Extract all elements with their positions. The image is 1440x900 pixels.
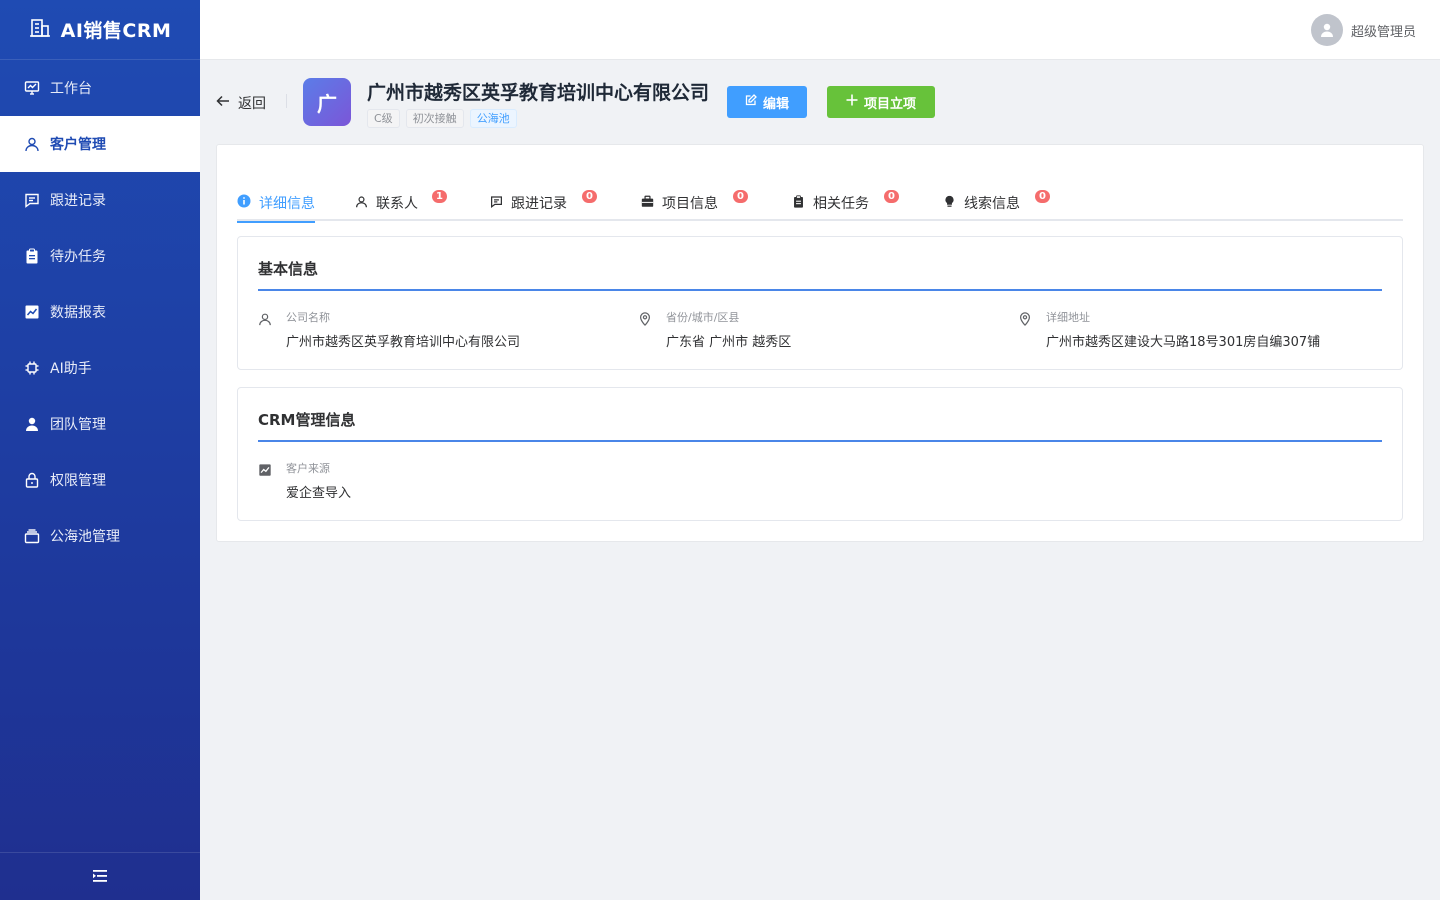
tab-projects[interactable]: 项目信息 (641, 185, 718, 221)
basic-info-panel: 基本信息 公司名称 广州市越秀区英孚教育培训中心有限公司 省份/城市/区县 广东… (237, 236, 1403, 370)
back-label: 返回 (238, 96, 266, 112)
user-icon (24, 136, 40, 152)
sidebar-item-label: 团队管理 (50, 417, 106, 433)
chart-icon (258, 462, 274, 478)
field-label: 公司名称 (286, 311, 330, 324)
sidebar-item-label: 待办任务 (50, 249, 106, 265)
divider (286, 94, 287, 108)
field-label: 详细地址 (1046, 311, 1090, 324)
followups-count-badge: 0 (581, 189, 598, 204)
tab-label: 详细信息 (259, 196, 315, 212)
field-label: 省份/城市/区县 (666, 311, 740, 324)
back-button[interactable]: 返回 (216, 93, 266, 113)
sidebar-item-public-pool[interactable]: 公海池管理 (0, 508, 200, 564)
field-value: 广州市越秀区建设大马路18号301房自编307铺 (1046, 335, 1321, 350)
crm-info-panel: CRM管理信息 客户来源 爱企查导入 (237, 387, 1403, 521)
menu-fold-icon (93, 867, 107, 886)
sidebar-item-label: 公海池管理 (50, 529, 120, 545)
building-icon (29, 17, 51, 43)
location-icon (1018, 311, 1034, 327)
top-bar: 超级管理员 (200, 0, 1440, 60)
clipboard-icon (792, 194, 805, 212)
edit-icon (745, 94, 757, 110)
sidebar-item-label: 客户管理 (50, 137, 106, 153)
user-avatar-icon (1320, 23, 1333, 37)
tab-label: 跟进记录 (511, 196, 567, 212)
leads-count-badge: 0 (1034, 189, 1051, 204)
app-title: AI销售CRM (60, 20, 172, 42)
sidebar: AI销售CRM 工作台 客户管理 跟进记录 待办任务 数据报表 AI助手 团队管… (0, 0, 200, 900)
sidebar-item-tasks[interactable]: 待办任务 (0, 228, 200, 284)
panel-divider (258, 289, 1382, 291)
edit-label: 编辑 (762, 96, 789, 112)
sidebar-item-label: 权限管理 (50, 473, 106, 489)
location-icon (638, 311, 654, 327)
level-tag: C级 (367, 109, 400, 128)
sidebar-item-label: 跟进记录 (50, 193, 106, 209)
chip-icon (24, 360, 40, 376)
sidebar-item-label: AI助手 (50, 361, 92, 377)
arrow-left-icon (216, 94, 230, 112)
tab-label: 联系人 (376, 196, 418, 212)
customer-detail-card: 详细信息 联系人 1 跟进记录 0 项目信息 0 相关任务 0 线索信息 0 基… (216, 144, 1424, 542)
sidebar-nav: 工作台 客户管理 跟进记录 待办任务 数据报表 AI助手 团队管理 权限管理 公… (0, 60, 200, 564)
detail-tabs: 详细信息 联系人 1 跟进记录 0 项目信息 0 相关任务 0 线索信息 0 (237, 185, 1403, 223)
sidebar-item-customers[interactable]: 客户管理 (0, 116, 200, 172)
tab-related-tasks[interactable]: 相关任务 (792, 185, 869, 221)
basic-info-title: 基本信息 (258, 260, 319, 278)
user-icon (258, 311, 274, 327)
customer-tags: C级 初次接触 公海池 (367, 109, 517, 128)
sidebar-item-dashboard[interactable]: 工作台 (0, 60, 200, 116)
sidebar-item-followups[interactable]: 跟进记录 (0, 172, 200, 228)
message-icon (24, 192, 40, 208)
user-menu[interactable]: 超级管理员 (1310, 14, 1416, 46)
tab-leads[interactable]: 线索信息 (943, 185, 1020, 221)
sidebar-item-ai-assistant[interactable]: AI助手 (0, 340, 200, 396)
tasks-count-badge: 0 (883, 189, 900, 204)
sidebar-item-reports[interactable]: 数据报表 (0, 284, 200, 340)
user-icon (355, 195, 368, 212)
projects-count-badge: 0 (732, 189, 749, 204)
tab-details[interactable]: 详细信息 (237, 185, 315, 223)
plus-icon (846, 94, 858, 110)
tab-followups[interactable]: 跟进记录 (490, 185, 567, 221)
tab-label: 相关任务 (813, 196, 869, 212)
box-icon (24, 528, 40, 544)
customer-header: 返回 广 广州市越秀区英孚教育培训中心有限公司 C级 初次接触 公海池 编辑 项… (216, 76, 1424, 132)
stage-tag: 初次接触 (405, 109, 464, 128)
project-setup-button[interactable]: 项目立项 (827, 86, 935, 118)
info-icon (237, 194, 251, 212)
chart-icon (24, 304, 40, 320)
sidebar-item-permissions[interactable]: 权限管理 (0, 452, 200, 508)
field-value: 爱企查导入 (286, 486, 352, 501)
message-icon (490, 195, 503, 212)
contacts-count-badge: 1 (431, 189, 448, 204)
clipboard-icon (24, 248, 40, 264)
field-value: 广州市越秀区英孚教育培训中心有限公司 (286, 335, 521, 350)
field-value: 广东省 广州市 越秀区 (666, 335, 792, 350)
user-name: 超级管理员 (1350, 24, 1416, 40)
tab-contacts[interactable]: 联系人 (355, 185, 418, 221)
avatar[interactable] (1310, 14, 1343, 46)
lock-icon (24, 472, 40, 488)
bulb-icon (943, 195, 956, 212)
panel-divider (258, 440, 1382, 442)
tab-label: 线索信息 (964, 196, 1020, 212)
customer-name: 广州市越秀区英孚教育培训中心有限公司 (367, 82, 710, 104)
field-label: 客户来源 (286, 462, 330, 475)
team-icon (24, 416, 40, 432)
crm-info-title: CRM管理信息 (258, 411, 356, 429)
collapse-sidebar-button[interactable] (0, 852, 200, 900)
edit-button[interactable]: 编辑 (727, 86, 807, 118)
tab-label: 项目信息 (662, 196, 718, 212)
sidebar-item-team[interactable]: 团队管理 (0, 396, 200, 452)
pool-tag: 公海池 (469, 109, 517, 128)
briefcase-icon (641, 195, 654, 212)
customer-avatar: 广 (303, 78, 351, 126)
project-setup-label: 项目立项 (863, 96, 916, 112)
sidebar-item-label: 数据报表 (50, 305, 106, 321)
sidebar-item-label: 工作台 (50, 81, 92, 97)
dashboard-icon (24, 80, 40, 96)
app-logo[interactable]: AI销售CRM (0, 0, 200, 60)
